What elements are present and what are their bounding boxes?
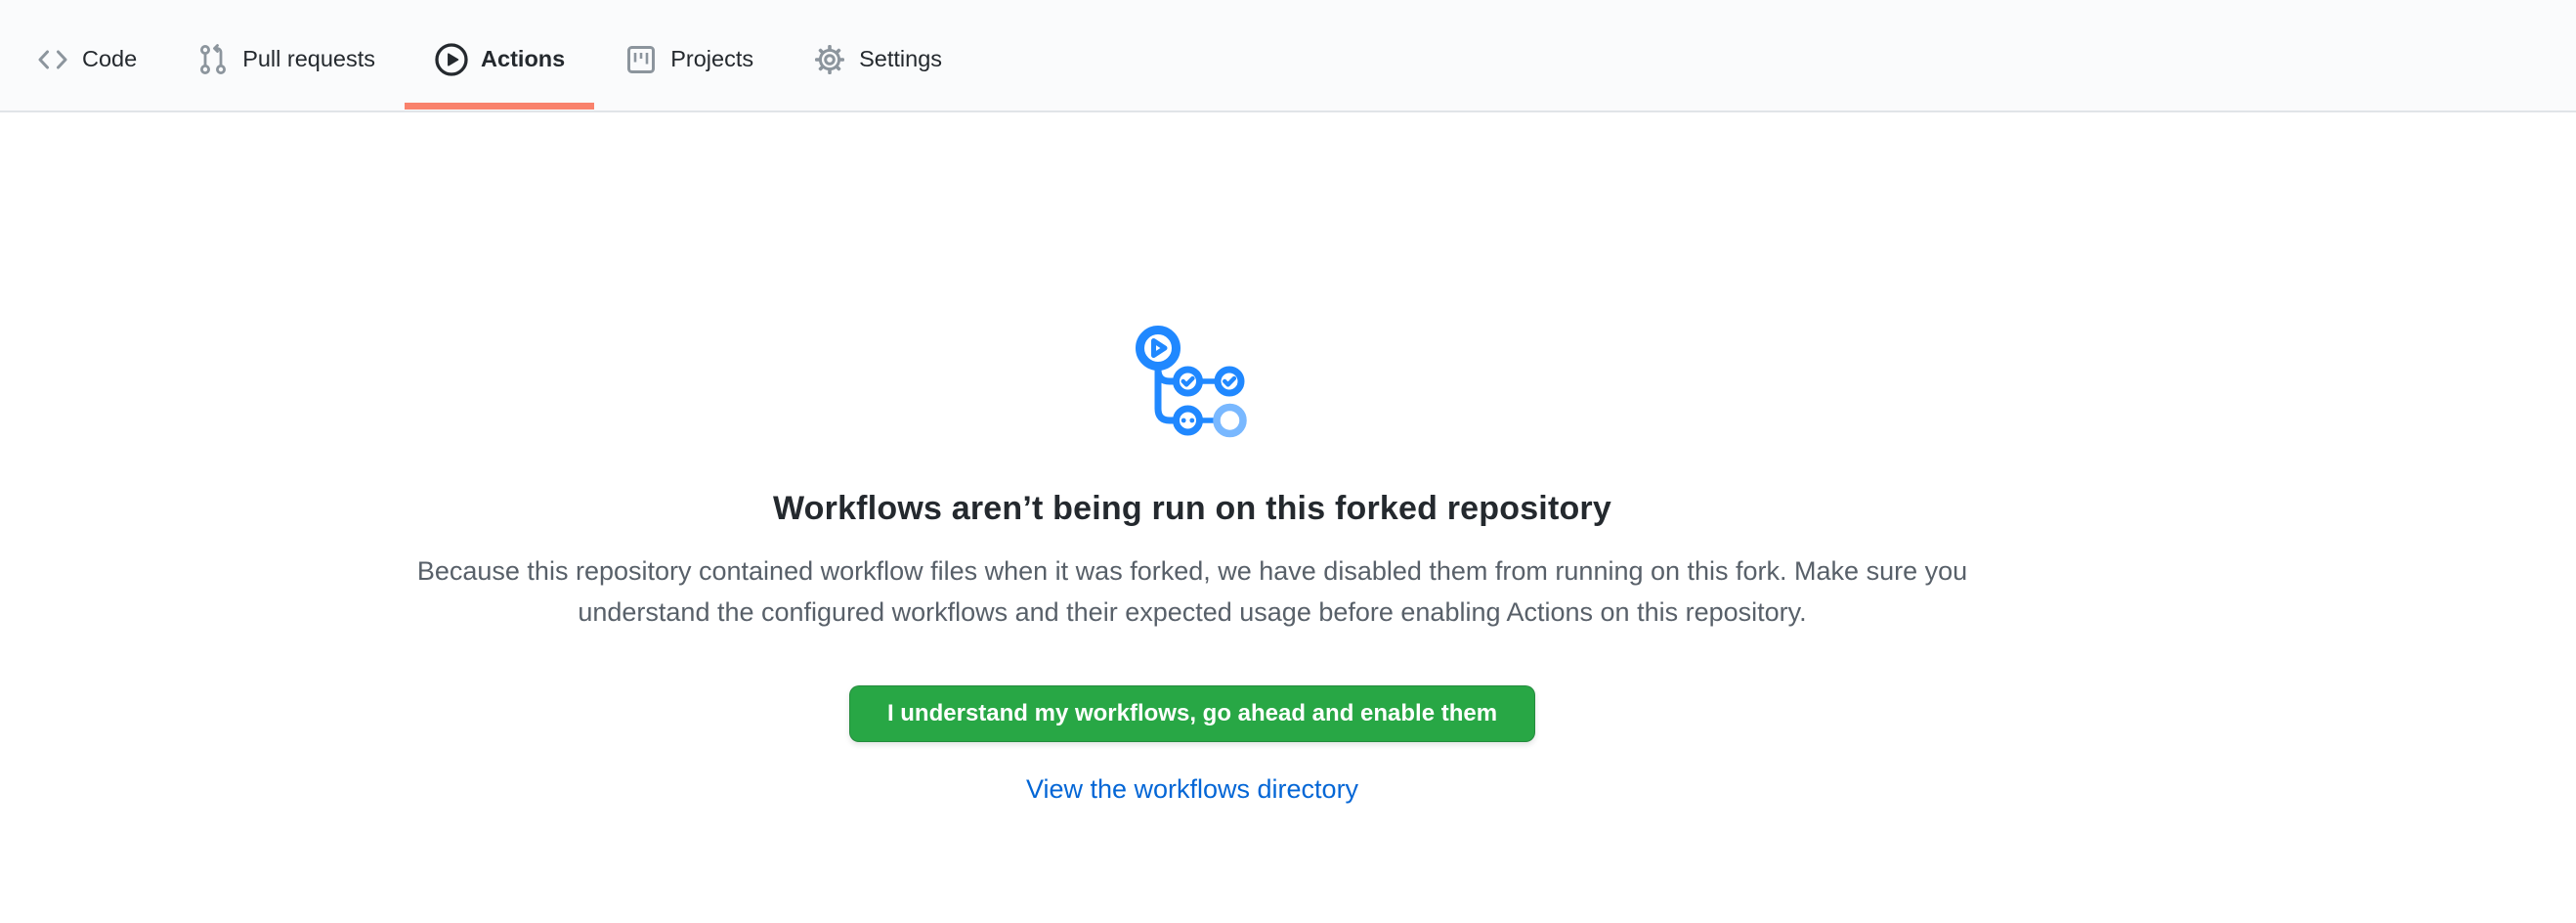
tab-label: Settings xyxy=(859,46,942,72)
actions-workflow-icon xyxy=(1136,326,1249,443)
blankslate-description: Because this repository contained workfl… xyxy=(396,550,1989,633)
view-workflows-directory-link[interactable]: View the workflows directory xyxy=(1026,774,1358,805)
git-pull-request-icon xyxy=(195,42,231,77)
tab-label: Code xyxy=(82,46,137,72)
blankslate-title: Workflows aren’t being run on this forke… xyxy=(773,488,1611,530)
tab-code[interactable]: Code xyxy=(6,8,166,110)
tab-actions[interactable]: Actions xyxy=(405,8,594,110)
actions-blankslate: Workflows aren’t being run on this forke… xyxy=(0,112,2384,805)
tab-label: Pull requests xyxy=(242,46,375,72)
project-board-icon xyxy=(623,42,659,77)
tab-label: Projects xyxy=(670,46,753,72)
repo-nav: Code Pull requests Actions xyxy=(0,0,2576,112)
gear-icon xyxy=(812,42,847,77)
play-circle-icon xyxy=(434,42,469,77)
tab-projects[interactable]: Projects xyxy=(594,8,783,110)
tab-pull-requests[interactable]: Pull requests xyxy=(166,8,405,110)
tab-settings[interactable]: Settings xyxy=(783,8,971,110)
enable-workflows-button[interactable]: I understand my workflows, go ahead and … xyxy=(849,685,1535,742)
tab-label: Actions xyxy=(481,46,565,72)
code-icon xyxy=(35,42,70,77)
